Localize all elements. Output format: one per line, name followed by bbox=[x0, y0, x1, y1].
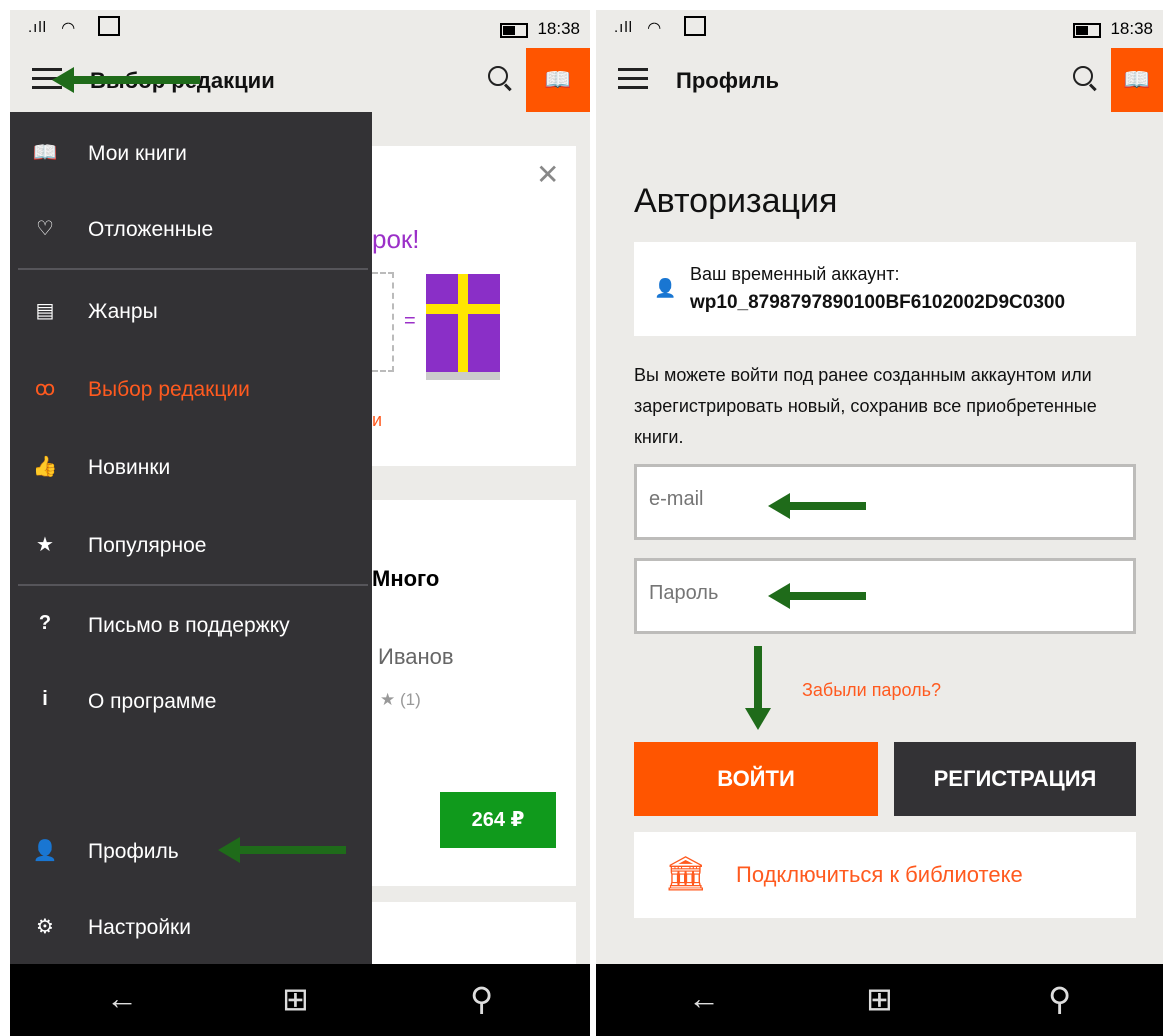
heart-icon: ♡ bbox=[36, 218, 54, 240]
annotation-arrow-profile bbox=[218, 837, 346, 863]
drawer-item-support[interactable]: ? Письмо в поддержку bbox=[10, 596, 372, 656]
auth-heading: Авторизация bbox=[634, 182, 838, 220]
book-icon: 📖 bbox=[544, 67, 572, 92]
equals-sign: = bbox=[404, 310, 416, 332]
password-field[interactable] bbox=[634, 558, 1136, 634]
temp-account-value: wp10_8798797890100BF6102002D9C0300 bbox=[690, 292, 1066, 313]
question-icon: ? bbox=[38, 612, 52, 634]
right-phone-screen: .ıll ◜◝ 18:38 Профиль 📖 Авторизация 👤 Ва… bbox=[596, 10, 1163, 1036]
gear-icon: ⚙ bbox=[36, 916, 54, 938]
annotation-arrow-password bbox=[768, 583, 866, 609]
divider bbox=[18, 268, 368, 270]
register-button[interactable]: РЕГИСТРАЦИЯ bbox=[894, 742, 1136, 816]
drawer-item-new[interactable]: 👍 Новинки bbox=[10, 438, 372, 498]
annotation-arrow-menu bbox=[52, 67, 200, 93]
clock: 18:38 bbox=[537, 19, 580, 38]
glasses-icon: ꝏ bbox=[34, 378, 56, 400]
book-title: Много bbox=[372, 566, 440, 591]
navigation-drawer: 📖 Мои книги ♡ Отложенные ▤ Жанры ꝏ Выбор ред… bbox=[10, 112, 372, 964]
wifi-icon: ◜◝ bbox=[62, 20, 75, 37]
book-rating: ★ (1) bbox=[380, 690, 421, 709]
search-icon[interactable]: ⚲ bbox=[470, 980, 493, 1018]
status-bar: .ıll ◜◝ 18:38 bbox=[596, 10, 1163, 48]
battery-icon bbox=[1073, 23, 1101, 38]
windows-icon[interactable]: ⊞ bbox=[282, 980, 309, 1018]
drawer-item-favorites[interactable]: ♡ Отложенные bbox=[10, 200, 372, 260]
email-field[interactable] bbox=[634, 464, 1136, 540]
temp-account-card: 👤 Ваш временный аккаунт: wp10_8798797890… bbox=[634, 242, 1136, 336]
back-icon[interactable]: ← bbox=[106, 980, 138, 1017]
drawer-item-settings[interactable]: ⚙ Настройки bbox=[10, 898, 372, 958]
my-books-button[interactable]: 📖 bbox=[1111, 48, 1163, 112]
info-icon: i bbox=[42, 688, 48, 710]
system-navbar: ← ⊞ ⚲ bbox=[596, 964, 1163, 1036]
price-button[interactable]: 264 ₽ bbox=[440, 792, 556, 848]
connect-library-button[interactable]: 🏛 Подключиться к библиотеке bbox=[634, 832, 1136, 918]
login-button[interactable]: ВОЙТИ bbox=[634, 742, 878, 816]
drawer-item-genres[interactable]: ▤ Жанры bbox=[10, 282, 372, 342]
status-bar: .ıll ◜◝ 18:38 bbox=[10, 10, 590, 48]
annotation-arrowhead-down bbox=[745, 708, 771, 730]
drawer-item-about[interactable]: iО программе bbox=[10, 672, 372, 732]
app-bar: Профиль 📖 bbox=[596, 48, 1163, 112]
book-icon: 📖 bbox=[1123, 67, 1151, 92]
book-icon: 📖 bbox=[32, 142, 58, 164]
message-icon bbox=[684, 16, 706, 36]
genres-icon: ▤ bbox=[35, 300, 55, 322]
annotation-arrow-down bbox=[754, 646, 762, 710]
annotation-arrow-email bbox=[768, 493, 866, 519]
star-icon: ★ bbox=[36, 534, 54, 556]
temp-account-label: Ваш временный аккаунт: bbox=[690, 264, 900, 284]
hamburger-menu-icon[interactable] bbox=[618, 68, 648, 90]
left-phone-screen: .ıll ◜◝ 18:38 Выбор редакции 📖 ✕ рок! = … bbox=[10, 10, 590, 1036]
gift-icon bbox=[426, 274, 500, 380]
drawer-item-my-books[interactable]: 📖 Мои книги bbox=[10, 124, 372, 184]
search-icon[interactable]: ⚲ bbox=[1048, 980, 1071, 1018]
search-icon[interactable] bbox=[1073, 66, 1093, 86]
next-card bbox=[372, 902, 576, 972]
back-icon[interactable]: ← bbox=[688, 980, 720, 1017]
divider bbox=[18, 584, 368, 586]
promo-card: ✕ рок! = и bbox=[372, 146, 576, 466]
promo-box bbox=[372, 272, 394, 372]
person-icon: 👤 bbox=[654, 278, 677, 298]
search-icon[interactable] bbox=[488, 66, 508, 86]
thumbs-up-icon: 👍 bbox=[32, 456, 58, 478]
promo-text: рок! bbox=[372, 224, 420, 254]
book-author: Иванов bbox=[378, 644, 454, 669]
forgot-password-link[interactable]: Забыли пароль? bbox=[802, 680, 941, 701]
book-card[interactable]: Много Иванов ★ (1) 264 ₽ bbox=[372, 500, 576, 886]
auth-description: Вы можете войти под ранее созданным акка… bbox=[634, 365, 1097, 447]
my-books-button[interactable]: 📖 bbox=[526, 48, 590, 112]
wifi-icon: ◜◝ bbox=[648, 20, 661, 37]
message-icon bbox=[98, 16, 120, 36]
person-icon: 👤 bbox=[32, 840, 58, 862]
drawer-item-editors-choice[interactable]: ꝏ Выбор редакции bbox=[10, 360, 372, 420]
library-icon: 🏛 bbox=[664, 855, 708, 893]
battery-icon bbox=[500, 23, 528, 38]
windows-icon[interactable]: ⊞ bbox=[866, 980, 893, 1018]
system-navbar: ← ⊞ ⚲ bbox=[10, 964, 590, 1036]
promo-link[interactable]: и bbox=[372, 410, 382, 431]
signal-icon: .ıll bbox=[28, 19, 47, 36]
drawer-item-popular[interactable]: ★ Популярное bbox=[10, 516, 372, 576]
page-title: Профиль bbox=[676, 68, 779, 93]
close-icon[interactable]: ✕ bbox=[536, 158, 559, 191]
clock: 18:38 bbox=[1110, 19, 1153, 38]
signal-icon: .ıll bbox=[614, 19, 633, 36]
connect-library-label: Подключиться к библиотеке bbox=[736, 862, 1023, 887]
